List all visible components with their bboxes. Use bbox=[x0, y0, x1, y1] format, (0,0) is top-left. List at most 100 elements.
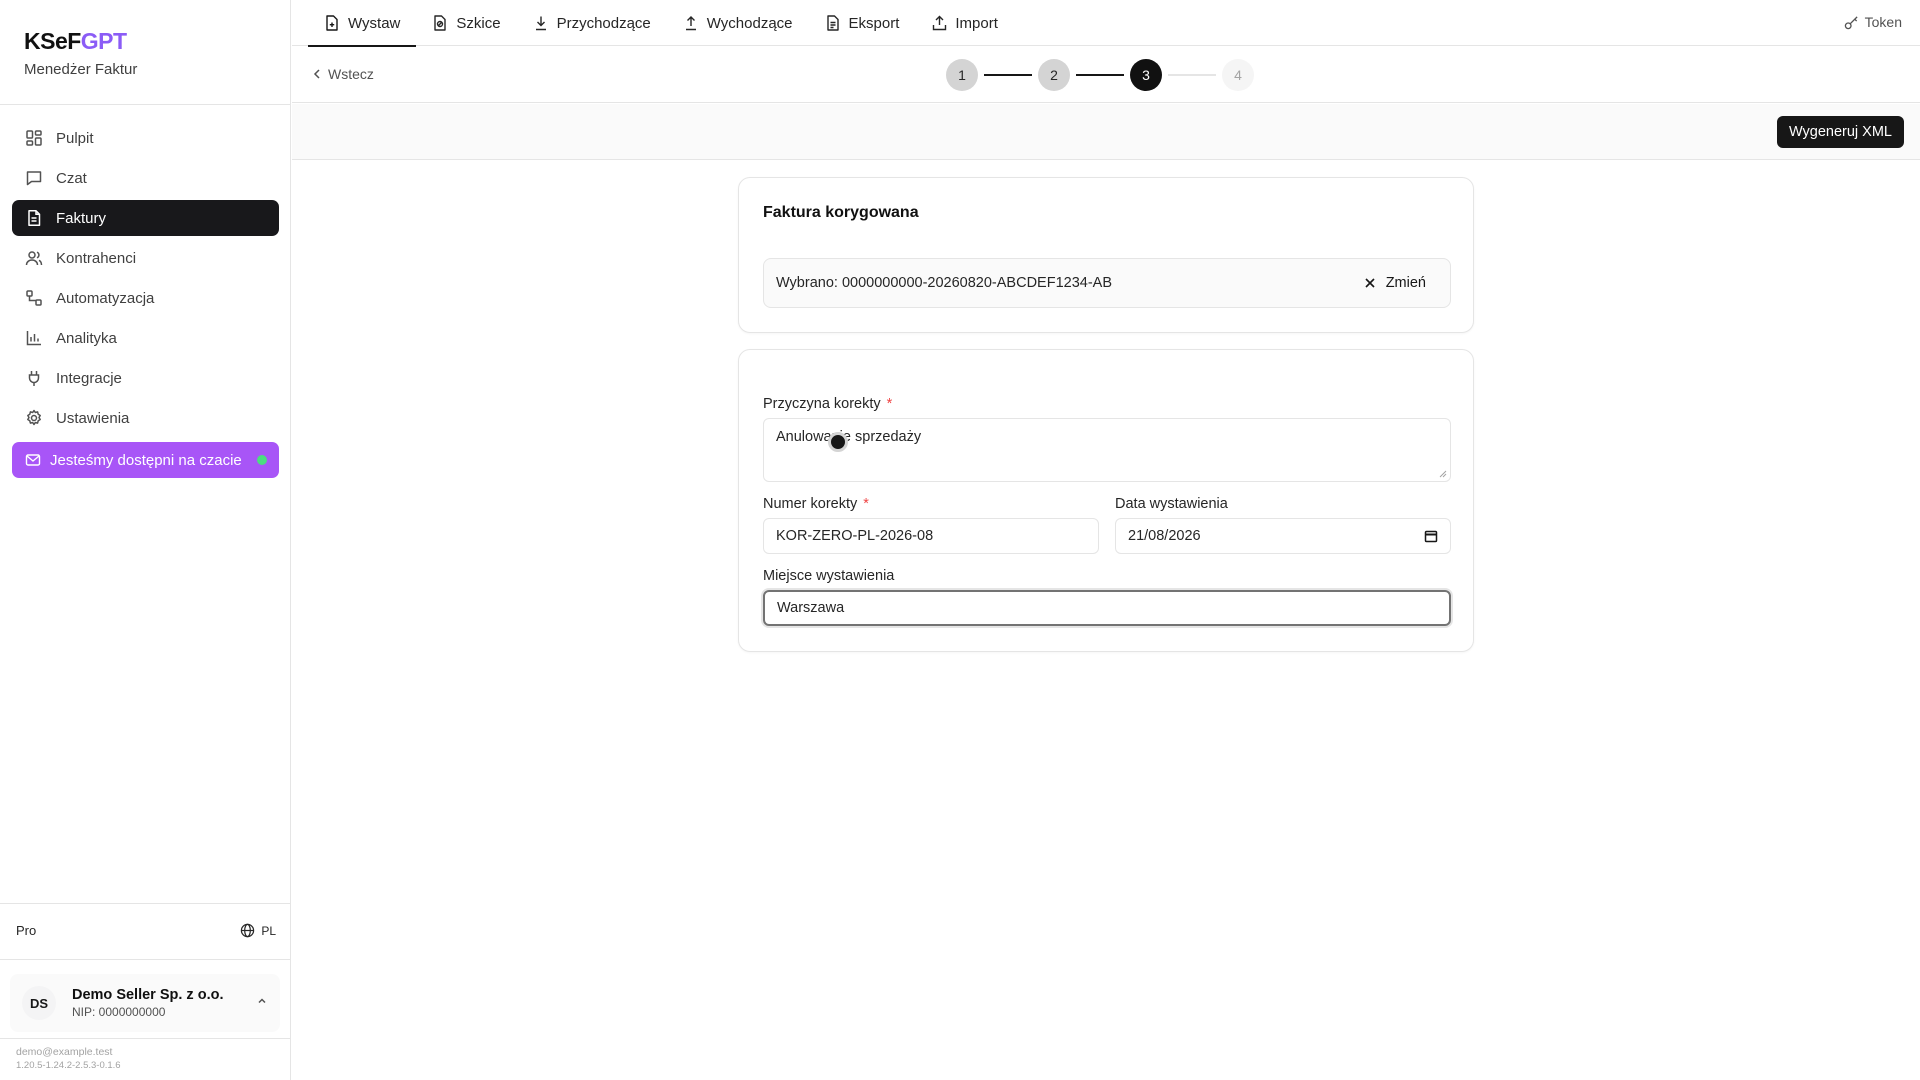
gear-icon bbox=[24, 408, 44, 428]
reason-textarea[interactable]: Anulowanie sprzedaży bbox=[763, 418, 1451, 482]
plan-row: Pro PL bbox=[16, 923, 276, 938]
sidebar-item-label: Faktury bbox=[56, 209, 107, 227]
app-subtitle: Menedżer Faktur bbox=[24, 61, 138, 78]
workflow-icon bbox=[24, 288, 44, 308]
place-label: Miejsce wystawienia bbox=[763, 568, 895, 584]
upload-icon bbox=[683, 15, 699, 31]
selected-invoice: Wybrano: 0000000000-20260820-ABCDEF1234-… bbox=[763, 258, 1451, 308]
sidebar-item-label: Pulpit bbox=[56, 129, 94, 147]
brand: KSeFGPT Menedżer Faktur bbox=[24, 28, 137, 78]
issue-date-value: 21/08/2026 bbox=[1128, 528, 1201, 544]
users-icon bbox=[24, 248, 44, 268]
tab-przychodzace[interactable]: Przychodzące bbox=[517, 0, 667, 46]
tab-label: Szkice bbox=[456, 14, 501, 32]
card-title: Faktura korygowana bbox=[763, 204, 919, 221]
export-icon bbox=[825, 15, 841, 31]
step-connector bbox=[1076, 74, 1124, 76]
tab-import[interactable]: Import bbox=[915, 0, 1014, 46]
selected-invoice-text: Wybrano: 0000000000-20260820-ABCDEF1234-… bbox=[776, 275, 1113, 291]
required-mark: * bbox=[886, 396, 893, 412]
tab-eksport[interactable]: Eksport bbox=[809, 0, 916, 46]
draft-icon bbox=[432, 15, 448, 31]
wizard-header: Wstecz 1 2 3 4 bbox=[292, 47, 1920, 103]
sidebar-item-automatyzacja[interactable]: Automatyzacja bbox=[12, 280, 279, 316]
invoice-icon bbox=[24, 208, 44, 228]
import-icon bbox=[931, 15, 947, 31]
correction-number-value: KOR-ZERO-PL-2026-08 bbox=[776, 528, 934, 544]
chat-support-button[interactable]: Jesteśmy dostępni na czacie bbox=[12, 442, 279, 478]
step-1[interactable]: 1 bbox=[946, 59, 978, 91]
chevron-left-icon bbox=[313, 69, 320, 79]
language-label: PL bbox=[261, 923, 276, 938]
dashboard-icon bbox=[24, 128, 44, 148]
app-logo[interactable]: KSeFGPT bbox=[24, 28, 137, 55]
sidebar-divider bbox=[0, 104, 290, 105]
tab-label: Przychodzące bbox=[556, 14, 651, 32]
resize-handle-icon[interactable] bbox=[1439, 470, 1447, 478]
sidebar-divider bbox=[0, 959, 290, 960]
tab-szkice[interactable]: Szkice bbox=[416, 0, 516, 46]
token-label: Token bbox=[1864, 14, 1902, 30]
globe-icon bbox=[241, 923, 255, 938]
sidebar-divider bbox=[0, 903, 290, 904]
action-bar: Wygeneruj XML bbox=[292, 104, 1920, 160]
sidebar-item-faktury[interactable]: Faktury bbox=[12, 200, 279, 236]
reason-value: Anulowanie sprzedaży bbox=[776, 429, 922, 445]
change-label: Zmień bbox=[1385, 275, 1426, 291]
sidebar-item-pulpit[interactable]: Pulpit bbox=[12, 120, 279, 156]
correction-details-card: Przyczyna korekty * Anulowanie sprzedaży … bbox=[738, 349, 1474, 652]
top-tabbar: Wystaw Szkice Przychodzące Wychodzące Ek… bbox=[292, 0, 1920, 47]
corrected-invoice-card: Faktura korygowana Wybrano: 0000000000-2… bbox=[738, 177, 1474, 333]
account-switcher[interactable]: DS Demo Seller Sp. z o.o. NIP: 000000000… bbox=[10, 974, 280, 1032]
app-version: 1.20.5-1.24.2-2.5.3-0.1.6 bbox=[16, 1060, 121, 1071]
reason-label: Przyczyna korekty * bbox=[763, 396, 893, 412]
change-invoice-button[interactable]: Zmień bbox=[1352, 275, 1438, 291]
chart-icon bbox=[24, 328, 44, 348]
issue-place-value: Warszawa bbox=[777, 600, 845, 616]
tab-label: Eksport bbox=[848, 14, 900, 32]
step-4[interactable]: 4 bbox=[1222, 59, 1254, 91]
tab-label: Import bbox=[955, 14, 998, 32]
calendar-icon[interactable] bbox=[1424, 529, 1438, 543]
language-switcher[interactable]: PL bbox=[240, 923, 276, 938]
sidebar-item-label: Czat bbox=[56, 169, 87, 187]
correction-number-input[interactable]: KOR-ZERO-PL-2026-08 bbox=[763, 518, 1099, 554]
stepper: 1 2 3 4 bbox=[946, 59, 1254, 91]
token-button[interactable]: Token bbox=[1844, 14, 1902, 30]
step-3[interactable]: 3 bbox=[1130, 59, 1162, 91]
sidebar-item-ustawienia[interactable]: Ustawienia bbox=[12, 400, 279, 436]
sidebar-item-label: Analityka bbox=[56, 329, 117, 347]
tab-label: Wychodzące bbox=[706, 14, 793, 32]
required-mark: * bbox=[863, 496, 869, 512]
plug-icon bbox=[24, 368, 44, 388]
sidebar: KSeFGPT Menedżer Faktur Pulpit Czat Fakt… bbox=[0, 0, 291, 1080]
mouse-cursor bbox=[828, 432, 848, 452]
step-connector bbox=[984, 74, 1032, 76]
sidebar-nav: Pulpit Czat Faktury Kontrahenci Automaty… bbox=[12, 120, 279, 478]
sidebar-item-label: Integracje bbox=[56, 369, 122, 387]
sidebar-item-kontrahenci[interactable]: Kontrahenci bbox=[12, 240, 279, 276]
key-icon bbox=[1844, 15, 1858, 29]
sidebar-item-analityka[interactable]: Analityka bbox=[12, 320, 279, 356]
generate-xml-button[interactable]: Wygeneruj XML bbox=[1776, 116, 1904, 148]
sidebar-item-label: Ustawienia bbox=[56, 409, 130, 427]
back-button[interactable]: Wstecz bbox=[312, 66, 374, 82]
sidebar-item-label: Automatyzacja bbox=[56, 289, 155, 307]
date-label: Data wystawienia bbox=[1115, 496, 1228, 512]
tabs: Wystaw Szkice Przychodzące Wychodzące Ek… bbox=[308, 0, 1014, 47]
sidebar-item-label: Kontrahenci bbox=[56, 249, 137, 267]
step-2[interactable]: 2 bbox=[1038, 59, 1070, 91]
online-status-dot bbox=[257, 455, 267, 465]
issue-place-input[interactable]: Warszawa bbox=[763, 590, 1451, 626]
tab-wystaw[interactable]: Wystaw bbox=[308, 0, 417, 47]
close-icon bbox=[1365, 278, 1375, 288]
avatar: DS bbox=[22, 986, 56, 1020]
chat-icon bbox=[24, 168, 44, 188]
tab-wychodzace[interactable]: Wychodzące bbox=[667, 0, 809, 46]
sidebar-item-integracje[interactable]: Integracje bbox=[12, 360, 279, 396]
account-name: Demo Seller Sp. z o.o. bbox=[72, 987, 224, 1003]
back-label: Wstecz bbox=[328, 66, 374, 82]
file-plus-icon bbox=[324, 15, 340, 31]
issue-date-input[interactable]: 21/08/2026 bbox=[1115, 518, 1451, 554]
sidebar-item-czat[interactable]: Czat bbox=[12, 160, 279, 196]
